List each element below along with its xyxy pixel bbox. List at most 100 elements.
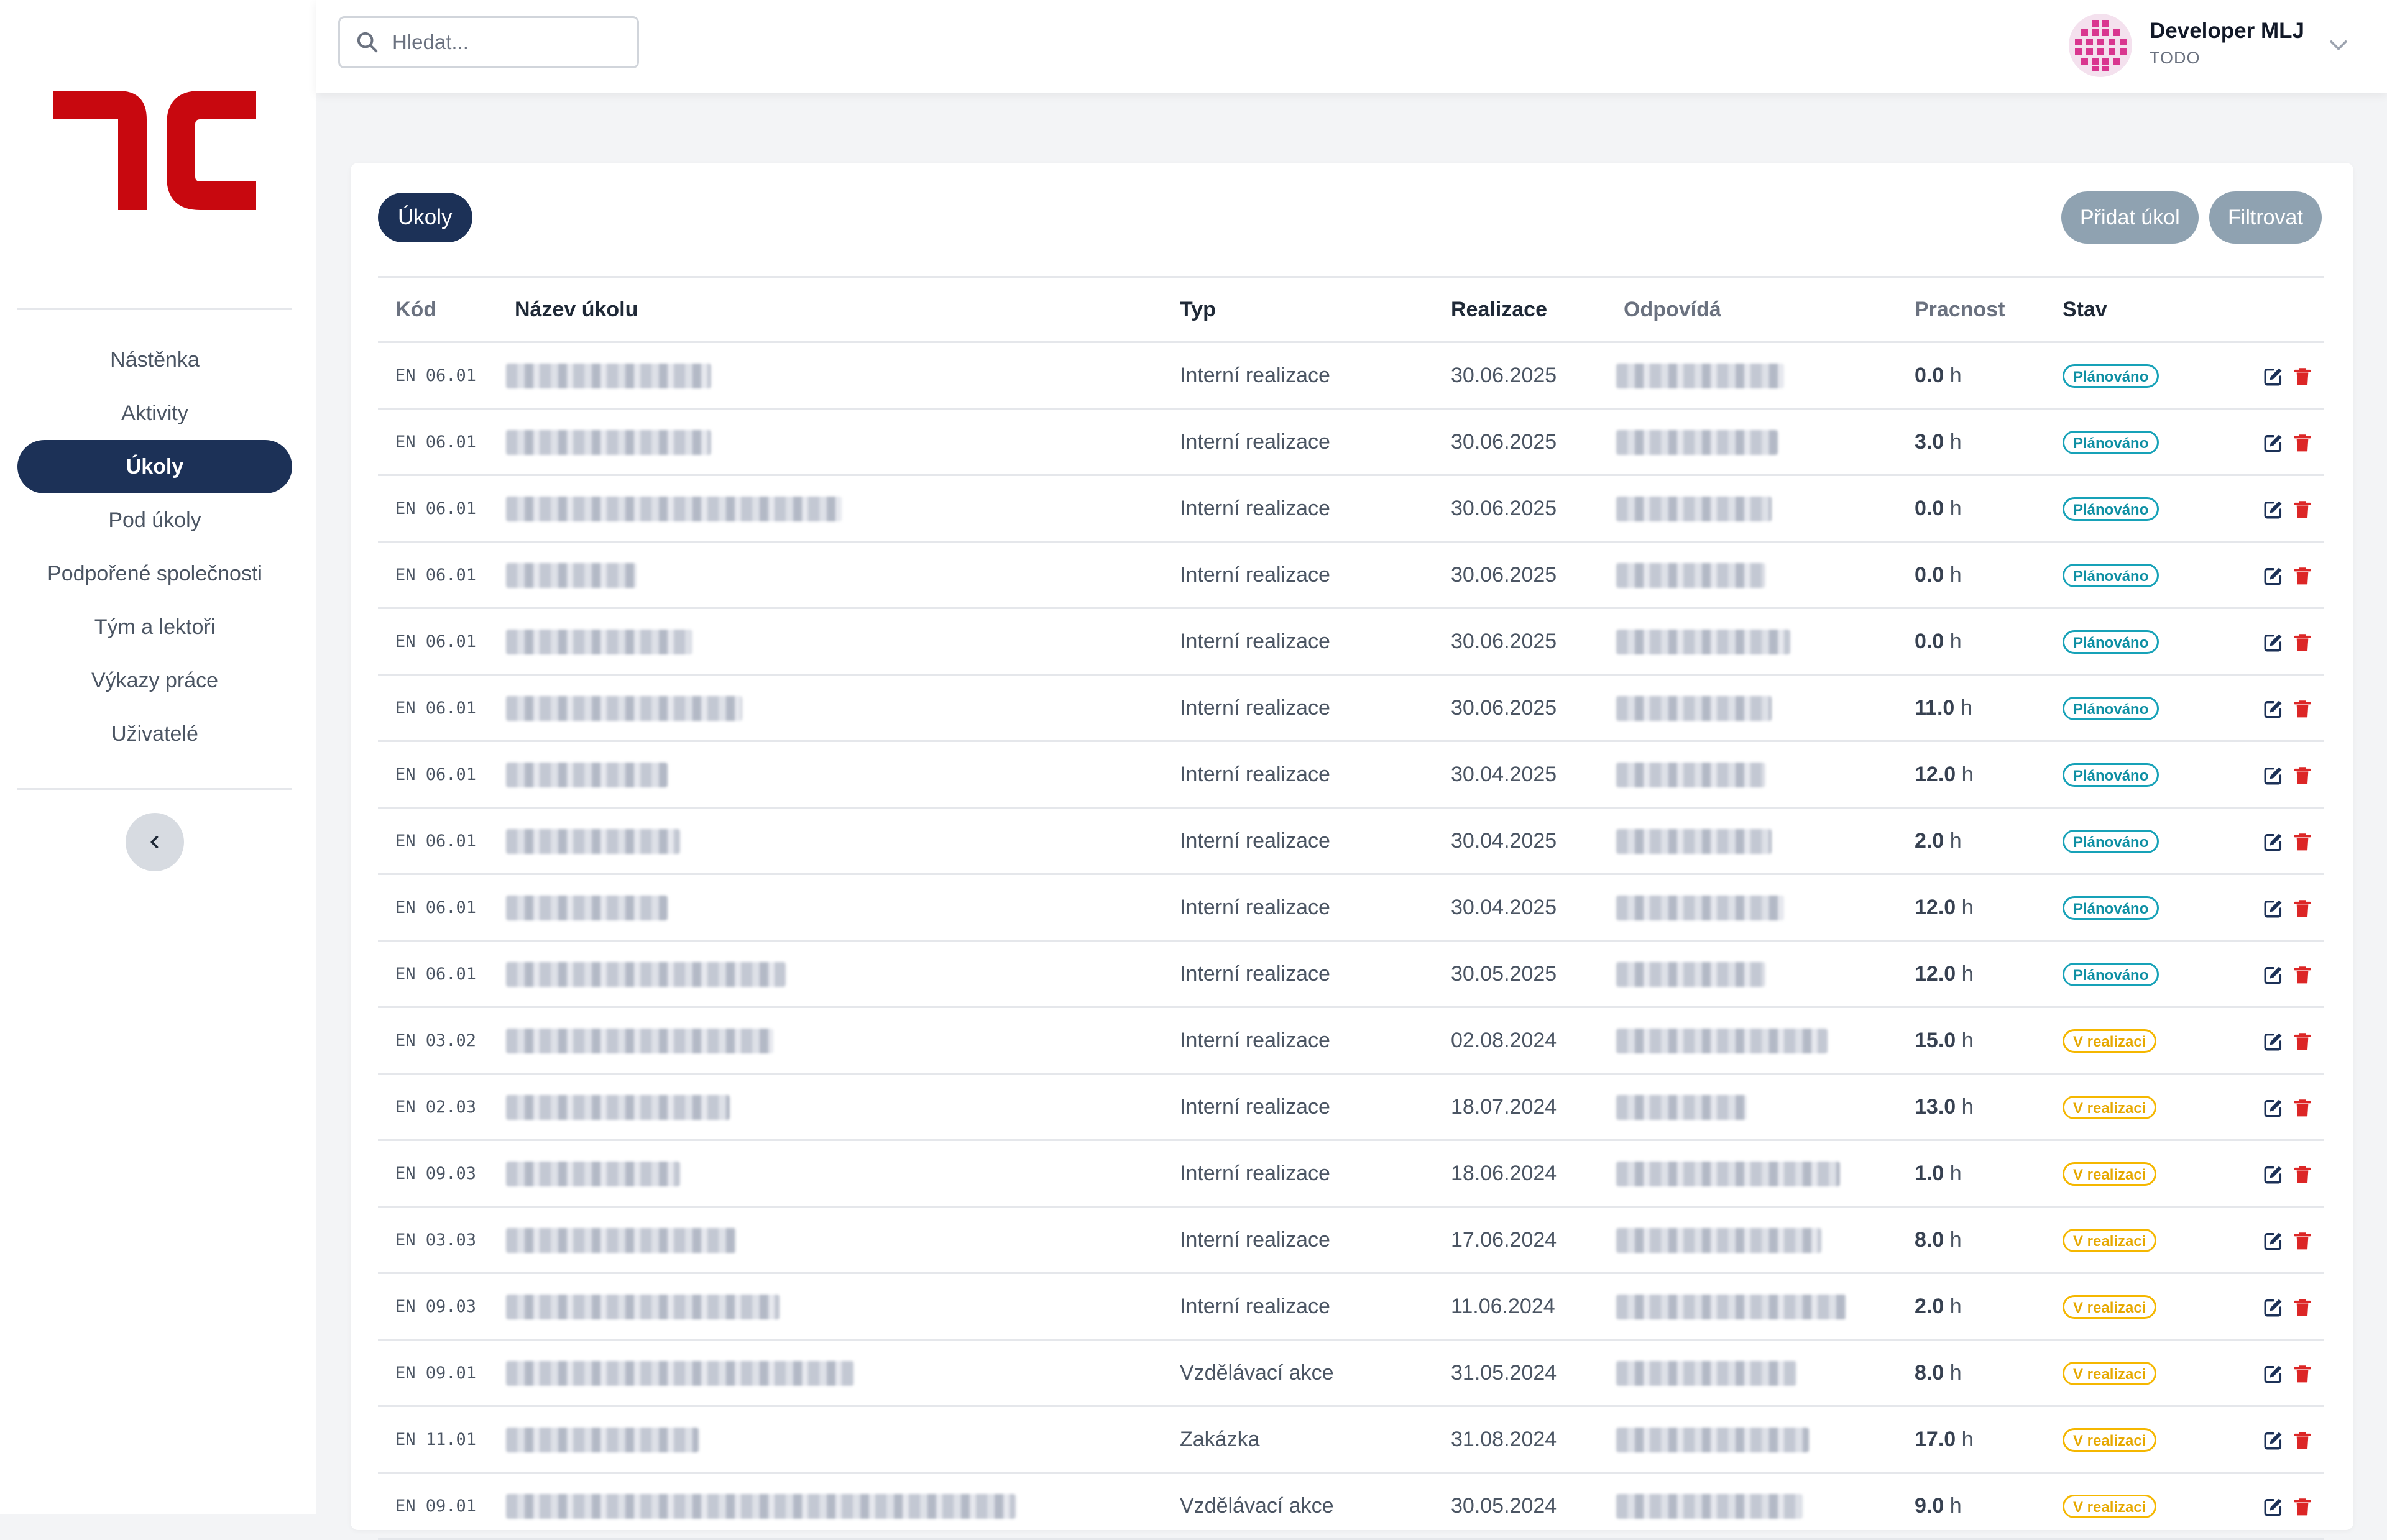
edit-icon[interactable] — [2263, 765, 2284, 786]
task-code: EN 06.01 — [378, 408, 515, 476]
edit-icon[interactable] — [2263, 1496, 2284, 1518]
table-row[interactable]: EN 06.01 Interní realizace 30.06.2025 11.0 … — [378, 674, 2324, 742]
edit-icon[interactable] — [2263, 366, 2284, 387]
table-row[interactable]: EN 02.03 Interní realizace 18.07.2024 13.0 … — [378, 1073, 2324, 1141]
table-row[interactable]: EN 06.01 Interní realizace 30.04.2025 12.0 … — [378, 741, 2324, 809]
table-row[interactable]: EN 03.03 Interní realizace 17.06.2024 8.0 h… — [378, 1206, 2324, 1274]
filter-button[interactable]: Filtrovat — [2209, 191, 2322, 244]
sidebar-item[interactable]: Úkoly — [17, 440, 292, 493]
column-header-type[interactable]: Typ — [1180, 277, 1451, 342]
table-row[interactable]: EN 09.01 Vzdělávací akce 31.05.2024 8.0 hV … — [378, 1339, 2324, 1407]
delete-icon[interactable] — [2293, 965, 2312, 986]
delete-icon[interactable] — [2293, 632, 2312, 653]
table-row[interactable]: EN 06.01 Interní realizace 30.06.2025 3.0 h… — [378, 408, 2324, 476]
sidebar-item[interactable]: Výkazy práce — [17, 654, 292, 707]
table-row[interactable]: EN 09.01 Vzdělávací akce 30.05.2024 9.0 hV … — [378, 1472, 2324, 1540]
task-name[interactable] — [506, 1073, 1180, 1141]
task-name[interactable] — [506, 1007, 1180, 1075]
task-name[interactable] — [506, 408, 1180, 476]
sidebar-item[interactable]: Podpořené společnosti — [17, 547, 292, 600]
delete-icon[interactable] — [2293, 765, 2312, 786]
table-row[interactable]: EN 06.01 Interní realizace 30.04.2025 2.0 h… — [378, 807, 2324, 875]
edit-icon[interactable] — [2263, 632, 2284, 653]
edit-icon[interactable] — [2263, 965, 2284, 986]
brand-logo[interactable] — [53, 91, 256, 210]
table-row[interactable]: EN 06.01 Interní realizace 30.06.2025 0.0 h… — [378, 475, 2324, 543]
delete-icon[interactable] — [2293, 699, 2312, 720]
task-name[interactable] — [506, 541, 1180, 609]
table-row[interactable]: EN 06.01 Interní realizace 30.04.2025 12.0 … — [378, 874, 2324, 942]
delete-icon[interactable] — [2293, 1031, 2312, 1052]
delete-icon[interactable] — [2293, 832, 2312, 853]
table-row[interactable]: EN 09.03 Interní realizace 18.06.2024 1.0 h… — [378, 1140, 2324, 1208]
edit-icon[interactable] — [2263, 1297, 2284, 1318]
search-box[interactable] — [338, 16, 639, 68]
sidebar-item[interactable]: Nástěnka — [17, 333, 292, 387]
delete-icon[interactable] — [2293, 1098, 2312, 1119]
task-name[interactable] — [506, 874, 1180, 942]
edit-icon[interactable] — [2263, 566, 2284, 587]
sidebar-item[interactable]: Pod úkoly — [17, 493, 292, 547]
column-header-assignee[interactable]: Odpovídá — [1624, 277, 1915, 342]
search-input[interactable] — [391, 30, 617, 55]
task-name[interactable] — [506, 475, 1180, 543]
task-name[interactable] — [506, 807, 1180, 875]
task-name[interactable] — [506, 674, 1180, 742]
table-row[interactable]: EN 06.01 Interní realizace 30.06.2025 0.0 h… — [378, 608, 2324, 676]
task-code: EN 03.03 — [378, 1206, 515, 1274]
delete-icon[interactable] — [2293, 1297, 2312, 1318]
table-row[interactable]: EN 09.03 Interní realizace 11.06.2024 2.0 h… — [378, 1273, 2324, 1341]
delete-icon[interactable] — [2293, 366, 2312, 387]
sidebar-item[interactable]: Uživatelé — [17, 707, 292, 761]
task-name[interactable] — [506, 940, 1180, 1008]
delete-icon[interactable] — [2293, 499, 2312, 520]
column-header-date[interactable]: Realizace — [1451, 277, 1624, 342]
delete-icon[interactable] — [2293, 433, 2312, 454]
task-name[interactable] — [506, 1273, 1180, 1341]
edit-icon[interactable] — [2263, 1031, 2284, 1052]
task-name[interactable] — [506, 1406, 1180, 1474]
task-name[interactable] — [506, 1472, 1180, 1540]
task-assignee — [1616, 1073, 1915, 1141]
edit-icon[interactable] — [2263, 1430, 2284, 1451]
column-header-name[interactable]: Název úkolu — [515, 277, 1180, 342]
task-name[interactable] — [506, 1206, 1180, 1274]
table-row[interactable]: EN 06.01 Interní realizace 30.06.2025 0.0 h… — [378, 541, 2324, 609]
table-row[interactable]: EN 03.02 Interní realizace 02.08.2024 15.0 … — [378, 1007, 2324, 1075]
sidebar-item[interactable]: Tým a lektoři — [17, 600, 292, 654]
edit-icon[interactable] — [2263, 1231, 2284, 1252]
column-header-status[interactable]: Stav — [2063, 277, 2224, 342]
delete-icon[interactable] — [2293, 566, 2312, 587]
task-name[interactable] — [506, 1140, 1180, 1208]
task-name[interactable] — [506, 342, 1180, 410]
delete-icon[interactable] — [2293, 1496, 2312, 1518]
user-menu[interactable]: Developer MLJ TODO — [2069, 14, 2367, 82]
delete-icon[interactable] — [2293, 1430, 2312, 1451]
task-code: EN 09.01 — [378, 1339, 515, 1407]
table-row[interactable]: EN 06.01 Interní realizace 30.05.2025 12.0 … — [378, 940, 2324, 1008]
sidebar-item[interactable]: Aktivity — [17, 387, 292, 440]
effort-value: 0.0 — [1915, 496, 1944, 520]
edit-icon[interactable] — [2263, 1364, 2284, 1385]
delete-icon[interactable] — [2293, 898, 2312, 919]
edit-icon[interactable] — [2263, 433, 2284, 454]
delete-icon[interactable] — [2293, 1164, 2312, 1185]
edit-icon[interactable] — [2263, 1164, 2284, 1185]
task-name[interactable] — [506, 1339, 1180, 1407]
task-name[interactable] — [506, 608, 1180, 676]
table-row[interactable]: EN 11.01 Zakázka 31.08.2024 17.0 hV realiza… — [378, 1406, 2324, 1474]
delete-icon[interactable] — [2293, 1364, 2312, 1385]
edit-icon[interactable] — [2263, 832, 2284, 853]
column-header-code[interactable]: Kód — [378, 277, 515, 342]
task-name[interactable] — [506, 741, 1180, 809]
delete-icon[interactable] — [2293, 1231, 2312, 1252]
sidebar-collapse-button[interactable] — [126, 813, 184, 871]
edit-icon[interactable] — [2263, 898, 2284, 919]
edit-icon[interactable] — [2263, 699, 2284, 720]
edit-icon[interactable] — [2263, 499, 2284, 520]
edit-icon[interactable] — [2263, 1098, 2284, 1119]
add-task-button[interactable]: Přidat úkol — [2061, 191, 2199, 244]
effort-value: 12.0 — [1915, 895, 1956, 919]
column-header-effort[interactable]: Pracnost — [1915, 277, 2063, 342]
table-row[interactable]: EN 06.01 Interní realizace 30.06.2025 0.0 h… — [378, 342, 2324, 410]
